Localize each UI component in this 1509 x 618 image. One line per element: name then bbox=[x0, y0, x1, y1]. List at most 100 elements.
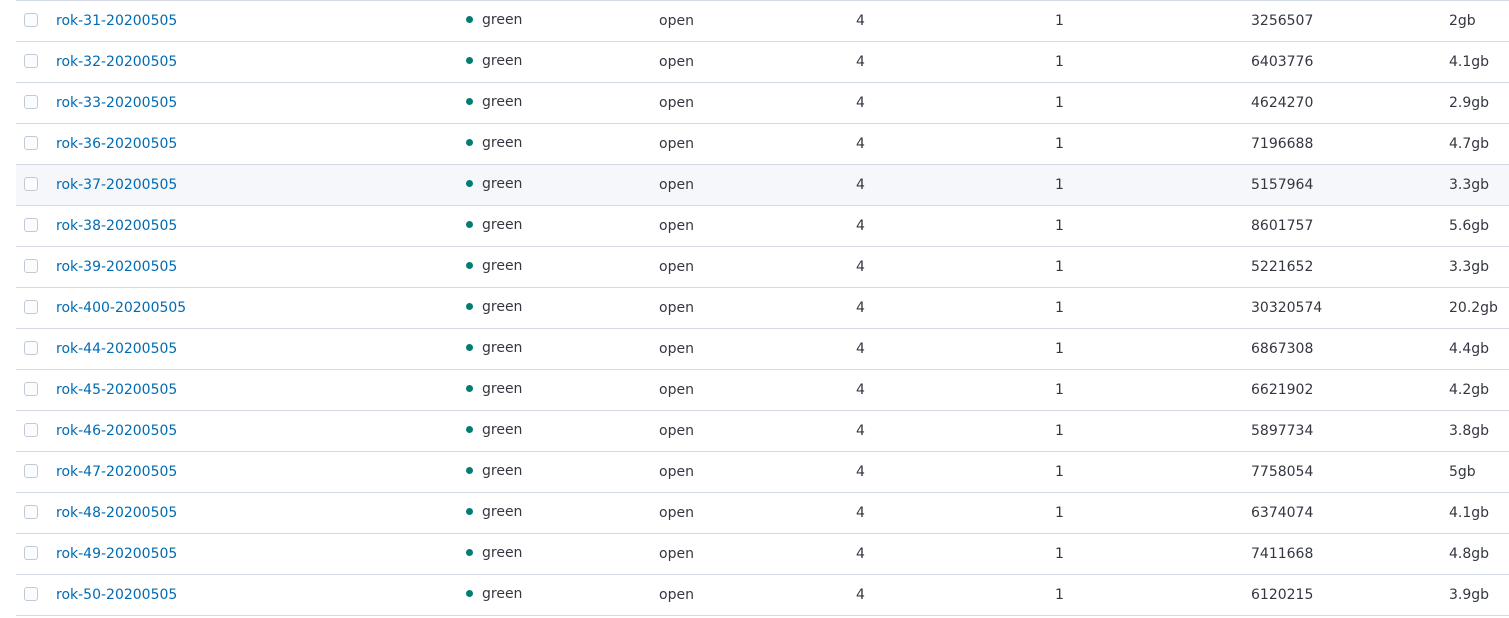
index-name-link[interactable]: rok-32-20200505 bbox=[56, 54, 177, 70]
status-cell: open bbox=[659, 13, 694, 29]
docs-count-cell: 8601757 bbox=[1251, 218, 1314, 234]
replicas-cell: 1 bbox=[1055, 13, 1064, 29]
replicas-cell: 1 bbox=[1055, 505, 1064, 521]
status-cell: open bbox=[659, 423, 694, 439]
health-dot-icon bbox=[466, 302, 473, 310]
index-name-link[interactable]: rok-45-20200505 bbox=[56, 382, 177, 398]
health-label: green bbox=[482, 53, 523, 69]
index-name-link[interactable]: rok-38-20200505 bbox=[56, 218, 177, 234]
status-cell: open bbox=[659, 54, 694, 70]
index-name-link[interactable]: rok-49-20200505 bbox=[56, 546, 177, 562]
index-name-cell: rok-33-20200505 bbox=[56, 83, 177, 123]
row-select-checkbox[interactable] bbox=[24, 464, 38, 478]
storage-size-cell: 4.7gb bbox=[1449, 136, 1490, 152]
health-dot-icon bbox=[466, 15, 473, 23]
status-cell: open bbox=[659, 95, 694, 111]
docs-count-cell: 4624270 bbox=[1251, 95, 1314, 111]
index-table-body: rok-31-20200505 green open 4 1 3256507 2… bbox=[16, 1, 1509, 616]
health-cell: green bbox=[466, 42, 522, 82]
health-label: green bbox=[482, 545, 523, 561]
index-name-cell: rok-400-20200505 bbox=[56, 288, 186, 328]
index-name-cell: rok-46-20200505 bbox=[56, 411, 177, 451]
table-row: rok-47-20200505 green open 4 1 7758054 5… bbox=[16, 452, 1509, 493]
row-select-cell bbox=[24, 165, 40, 205]
storage-size-cell: 2.9gb bbox=[1449, 95, 1490, 111]
row-select-checkbox[interactable] bbox=[24, 382, 38, 396]
index-name-link[interactable]: rok-47-20200505 bbox=[56, 464, 177, 480]
health-dot-icon bbox=[466, 97, 473, 105]
table-row: rok-32-20200505 green open 4 1 6403776 4… bbox=[16, 42, 1509, 83]
primaries-cell: 4 bbox=[856, 177, 865, 193]
index-name-link[interactable]: rok-50-20200505 bbox=[56, 587, 177, 603]
docs-count-cell: 5221652 bbox=[1251, 259, 1314, 275]
status-cell: open bbox=[659, 177, 694, 193]
primaries-cell: 4 bbox=[856, 136, 865, 152]
row-select-checkbox[interactable] bbox=[24, 259, 38, 273]
health-dot-icon bbox=[466, 384, 473, 392]
replicas-cell: 1 bbox=[1055, 136, 1064, 152]
storage-size-cell: 3.3gb bbox=[1449, 177, 1490, 193]
index-name-link[interactable]: rok-36-20200505 bbox=[56, 136, 177, 152]
health-cell: green bbox=[466, 288, 522, 328]
table-row: rok-38-20200505 green open 4 1 8601757 5… bbox=[16, 206, 1509, 247]
docs-count-cell: 3256507 bbox=[1251, 13, 1314, 29]
index-name-link[interactable]: rok-39-20200505 bbox=[56, 259, 177, 275]
primaries-cell: 4 bbox=[856, 546, 865, 562]
row-select-cell bbox=[24, 247, 40, 287]
replicas-cell: 1 bbox=[1055, 218, 1064, 234]
row-select-checkbox[interactable] bbox=[24, 54, 38, 68]
index-name-link[interactable]: rok-33-20200505 bbox=[56, 95, 177, 111]
table-row: rok-31-20200505 green open 4 1 3256507 2… bbox=[16, 1, 1509, 42]
index-name-link[interactable]: rok-37-20200505 bbox=[56, 177, 177, 193]
health-cell: green bbox=[466, 411, 522, 451]
table-row: rok-44-20200505 green open 4 1 6867308 4… bbox=[16, 329, 1509, 370]
row-select-cell bbox=[24, 411, 40, 451]
storage-size-cell: 3.3gb bbox=[1449, 259, 1490, 275]
health-label: green bbox=[482, 299, 523, 315]
table-row: rok-50-20200505 green open 4 1 6120215 3… bbox=[16, 575, 1509, 616]
health-dot-icon bbox=[466, 425, 473, 433]
row-select-checkbox[interactable] bbox=[24, 423, 38, 437]
row-select-checkbox[interactable] bbox=[24, 95, 38, 109]
primaries-cell: 4 bbox=[856, 13, 865, 29]
health-dot-icon bbox=[466, 343, 473, 351]
health-cell: green bbox=[466, 124, 522, 164]
row-select-checkbox[interactable] bbox=[24, 341, 38, 355]
row-select-checkbox[interactable] bbox=[24, 587, 38, 601]
row-select-cell bbox=[24, 575, 40, 615]
replicas-cell: 1 bbox=[1055, 300, 1064, 316]
row-select-cell bbox=[24, 370, 40, 410]
index-name-link[interactable]: rok-44-20200505 bbox=[56, 341, 177, 357]
health-dot-icon bbox=[466, 56, 473, 64]
row-select-checkbox[interactable] bbox=[24, 218, 38, 232]
row-select-checkbox[interactable] bbox=[24, 177, 38, 191]
primaries-cell: 4 bbox=[856, 464, 865, 480]
index-name-link[interactable]: rok-48-20200505 bbox=[56, 505, 177, 521]
row-select-cell bbox=[24, 42, 40, 82]
replicas-cell: 1 bbox=[1055, 259, 1064, 275]
primaries-cell: 4 bbox=[856, 95, 865, 111]
status-cell: open bbox=[659, 341, 694, 357]
index-name-link[interactable]: rok-400-20200505 bbox=[56, 300, 186, 316]
index-name-cell: rok-32-20200505 bbox=[56, 42, 177, 82]
docs-count-cell: 30320574 bbox=[1251, 300, 1323, 316]
docs-count-cell: 6621902 bbox=[1251, 382, 1314, 398]
row-select-checkbox[interactable] bbox=[24, 300, 38, 314]
status-cell: open bbox=[659, 505, 694, 521]
row-select-checkbox[interactable] bbox=[24, 136, 38, 150]
row-select-cell bbox=[24, 124, 40, 164]
row-select-checkbox[interactable] bbox=[24, 13, 38, 27]
storage-size-cell: 5gb bbox=[1449, 464, 1476, 480]
docs-count-cell: 7758054 bbox=[1251, 464, 1314, 480]
primaries-cell: 4 bbox=[856, 423, 865, 439]
row-select-checkbox[interactable] bbox=[24, 546, 38, 560]
primaries-cell: 4 bbox=[856, 218, 865, 234]
index-name-link[interactable]: rok-46-20200505 bbox=[56, 423, 177, 439]
status-cell: open bbox=[659, 546, 694, 562]
row-select-checkbox[interactable] bbox=[24, 505, 38, 519]
replicas-cell: 1 bbox=[1055, 95, 1064, 111]
index-name-link[interactable]: rok-31-20200505 bbox=[56, 13, 177, 29]
index-name-cell: rok-50-20200505 bbox=[56, 575, 177, 615]
health-label: green bbox=[482, 94, 523, 110]
status-cell: open bbox=[659, 218, 694, 234]
